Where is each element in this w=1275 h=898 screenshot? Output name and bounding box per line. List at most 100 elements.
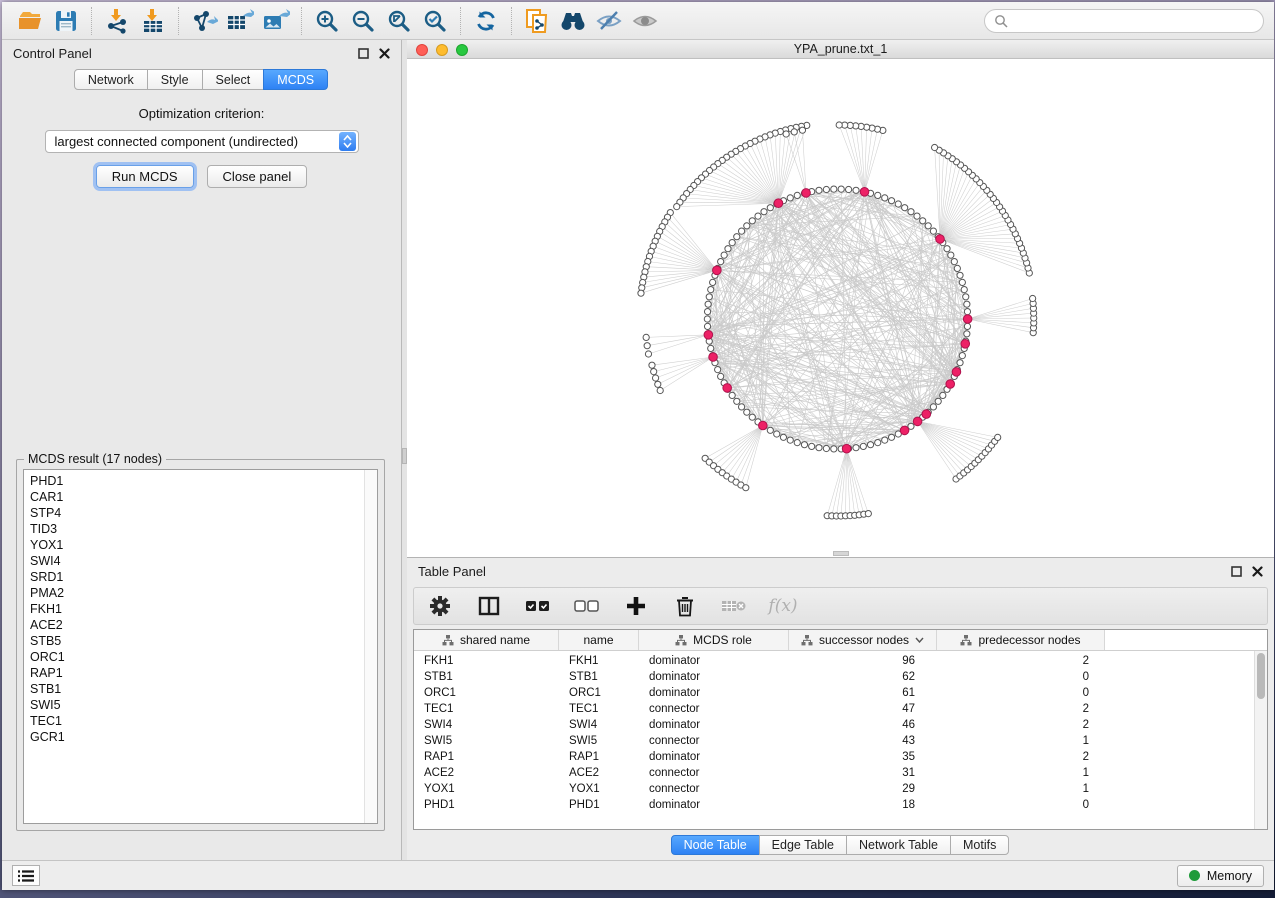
delete-table-button[interactable] [721, 593, 747, 619]
column-header-name[interactable]: name [559, 630, 639, 650]
column-header-successor-nodes[interactable]: successor nodes [789, 630, 937, 650]
list-item[interactable]: SRD1 [30, 569, 364, 585]
close-panel-button[interactable]: Close panel [207, 165, 308, 188]
list-item[interactable]: STB1 [30, 681, 364, 697]
table-row[interactable]: YOX1YOX1connector291 [414, 781, 1267, 797]
trash-icon [675, 595, 695, 617]
list-item[interactable]: RAP1 [30, 665, 364, 681]
save-session-button[interactable] [48, 5, 84, 37]
apply-layout-button[interactable] [468, 5, 504, 37]
table-row[interactable]: SWI4SWI4dominator462 [414, 717, 1267, 733]
network-canvas[interactable] [407, 59, 1274, 557]
close-table-panel-icon[interactable] [1252, 566, 1263, 577]
list-item[interactable]: ORC1 [30, 649, 364, 665]
zoom-in-button[interactable] [309, 5, 345, 37]
add-row-button[interactable] [623, 593, 649, 619]
zoom-selected-button[interactable] [417, 5, 453, 37]
delete-row-button[interactable] [672, 593, 698, 619]
table-cell-shared_name: RAP1 [414, 751, 559, 763]
mcds-list-scrollbar[interactable] [364, 470, 377, 823]
column-header-mcds-role[interactable]: MCDS role [639, 630, 789, 650]
minimize-window-button[interactable] [436, 44, 448, 56]
list-item[interactable]: YOX1 [30, 537, 364, 553]
table-settings-button[interactable] [427, 593, 453, 619]
float-panel-icon[interactable] [358, 48, 369, 59]
deselect-all-button[interactable] [574, 593, 600, 619]
open-session-button[interactable] [12, 5, 48, 37]
export-image-button[interactable] [258, 5, 294, 37]
table-row[interactable]: TEC1TEC1connector472 [414, 701, 1267, 717]
tab-select[interactable]: Select [202, 69, 265, 90]
list-item[interactable]: STP4 [30, 505, 364, 521]
tab-network[interactable]: Network [74, 69, 148, 90]
import-network-button[interactable] [99, 5, 135, 37]
list-item[interactable]: PHD1 [30, 473, 364, 489]
list-item[interactable]: CAR1 [30, 489, 364, 505]
column-header-predecessor-nodes[interactable]: predecessor nodes [937, 630, 1105, 650]
sort-desc-icon [915, 637, 924, 643]
table-scrollbar[interactable] [1254, 651, 1267, 829]
horizontal-splitter-grip[interactable] [833, 551, 849, 556]
table-cell-shared_name: PHD1 [414, 799, 559, 811]
maximize-window-button[interactable] [456, 44, 468, 56]
column-header-shared-name[interactable]: shared name [414, 630, 559, 650]
column-visibility-button[interactable] [476, 593, 502, 619]
list-item[interactable]: TEC1 [30, 713, 364, 729]
tab-node-table[interactable]: Node Table [671, 835, 760, 855]
list-item[interactable]: PMA2 [30, 585, 364, 601]
show-all-button[interactable] [627, 5, 663, 37]
table-row[interactable]: FKH1FKH1dominator962 [414, 653, 1267, 669]
table-row[interactable]: STB1STB1dominator620 [414, 669, 1267, 685]
first-neighbors-button[interactable] [555, 5, 591, 37]
function-builder-button[interactable]: f(x) [770, 593, 796, 619]
table-row[interactable]: PHD1PHD1dominator180 [414, 797, 1267, 813]
table-row[interactable]: ACE2ACE2connector311 [414, 765, 1267, 781]
run-mcds-button[interactable]: Run MCDS [96, 165, 194, 188]
table-cell-name: PHD1 [559, 799, 639, 811]
list-item[interactable]: STB5 [30, 633, 364, 649]
zoom-fit-button[interactable] [381, 5, 417, 37]
list-item[interactable]: ACE2 [30, 617, 364, 633]
select-all-button[interactable] [525, 593, 551, 619]
list-item[interactable]: TID3 [30, 521, 364, 537]
control-panel-title: Control Panel [13, 46, 92, 61]
memory-button[interactable]: Memory [1177, 865, 1264, 887]
zoom-out-button[interactable] [345, 5, 381, 37]
mcds-result-title: MCDS result (17 nodes) [24, 452, 166, 466]
table-row[interactable]: ORC1ORC1dominator610 [414, 685, 1267, 701]
list-item[interactable]: FKH1 [30, 601, 364, 617]
tab-edge-table[interactable]: Edge Table [759, 835, 847, 855]
clone-network-button[interactable] [519, 5, 555, 37]
table-cell-role: connector [639, 703, 789, 715]
tab-motifs[interactable]: Motifs [950, 835, 1009, 855]
import-table-button[interactable] [135, 5, 171, 37]
task-history-button[interactable] [12, 865, 40, 886]
export-table-button[interactable] [222, 5, 258, 37]
table-cell-successors: 46 [789, 719, 937, 731]
criterion-select[interactable]: largest connected component (undirected) [45, 130, 359, 153]
table-row[interactable]: RAP1RAP1dominator352 [414, 749, 1267, 765]
mcds-result-groupbox: MCDS result (17 nodes) PHD1CAR1STP4TID3Y… [16, 459, 385, 831]
close-window-button[interactable] [416, 44, 428, 56]
close-panel-icon[interactable] [379, 48, 390, 59]
list-item[interactable]: SWI4 [30, 553, 364, 569]
search-input[interactable] [1014, 13, 1254, 28]
table-scrollbar-thumb[interactable] [1257, 653, 1265, 699]
float-table-panel-icon[interactable] [1231, 566, 1242, 577]
hide-selected-button[interactable] [591, 5, 627, 37]
table-panel-title: Table Panel [418, 564, 486, 579]
toolbar-separator [91, 7, 92, 35]
table-row[interactable]: SWI5SWI5connector431 [414, 733, 1267, 749]
export-network-button[interactable] [186, 5, 222, 37]
table-cell-predecessors: 1 [937, 767, 1105, 779]
tab-mcds[interactable]: MCDS [263, 69, 328, 90]
columns-icon [478, 595, 500, 617]
table-cell-role: connector [639, 783, 789, 795]
tab-network-table[interactable]: Network Table [846, 835, 951, 855]
table-tabs: Node Table Edge Table Network Table Moti… [407, 830, 1274, 860]
table-cell-predecessors: 0 [937, 671, 1105, 683]
list-item[interactable]: SWI5 [30, 697, 364, 713]
table-cell-name: SWI5 [559, 735, 639, 747]
tab-style[interactable]: Style [147, 69, 203, 90]
list-item[interactable]: GCR1 [30, 729, 364, 745]
